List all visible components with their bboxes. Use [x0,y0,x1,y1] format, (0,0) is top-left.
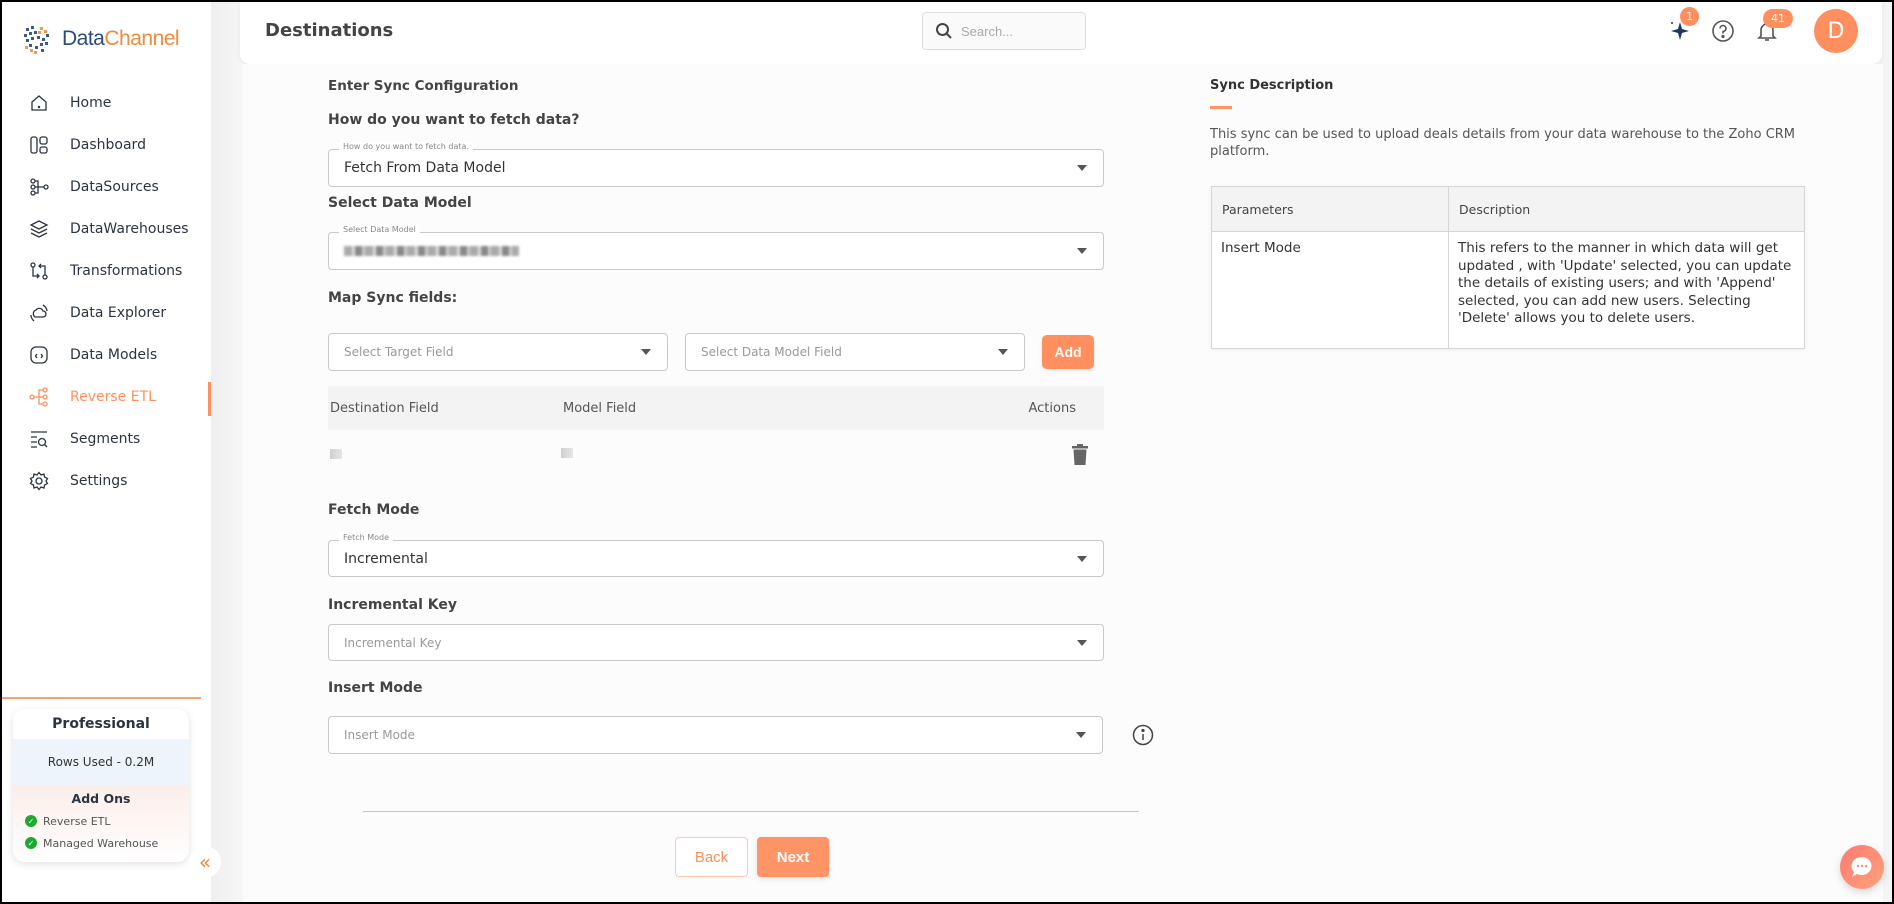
sidebar-item-datawarehouses[interactable]: DataWarehouses [0,208,211,250]
plan-card: Professional Rows Used - 0.2M Add Ons ✓ R… [13,709,189,862]
notifications-button[interactable]: 41 [1753,9,1793,45]
caret-down-icon [1077,248,1087,254]
next-button[interactable]: Next [757,837,829,877]
page-title: Destinations [265,20,394,41]
help-button[interactable] [1709,17,1737,45]
search-box[interactable] [922,12,1086,50]
fetch-mode-label: Fetch Mode [328,502,420,518]
sidebar-item-home[interactable]: Home [0,82,211,124]
sync-description-title: Sync Description [1210,78,1334,93]
insert-mode-info-icon[interactable] [1132,724,1154,746]
column-model-field: Model Field [563,400,637,416]
explorer-icon [28,302,50,324]
model-field-select[interactable]: Select Data Model Field [685,333,1025,371]
collapse-sidebar-button[interactable]: « [189,846,221,878]
code-box-icon [28,344,50,366]
add-mapping-button[interactable]: Add [1042,335,1094,369]
top-header: Destinations 1 41 D [240,0,1882,64]
column-description: Description [1448,186,1805,232]
reverse-etl-icon [28,386,50,408]
caret-down-icon [1077,165,1087,171]
title-accent-bar [1210,106,1232,109]
chat-bubble-icon [1851,856,1872,877]
mapping-table-header: Destination Field Model Field Actions [328,386,1104,430]
logo[interactable]: DataChannel [20,22,180,56]
fetch-data-label: How do you want to fetch data? [328,112,580,128]
addon-item: ✓ Reverse ETL [13,810,189,832]
help-icon [1712,20,1734,42]
addons-title: Add Ons [71,791,131,806]
insert-mode-select[interactable]: Insert Mode [328,716,1103,754]
datasources-icon [28,176,50,198]
layers-icon [28,218,50,240]
sidebar-item-datasources[interactable]: DataSources [0,166,211,208]
redacted-destination-field [330,449,342,459]
sidebar-item-data-models[interactable]: Data Models [0,334,211,376]
redacted-model-field [561,448,573,458]
parameter-name: Insert Mode [1211,231,1449,349]
redacted-value [344,246,519,256]
parameters-table: Parameters Description Insert Mode This … [1211,186,1805,349]
addons-section: Add Ons ✓ Reverse ETL ✓ Managed Warehouse [13,785,189,862]
plan-title: Professional [13,709,189,739]
caret-down-icon [641,349,651,355]
rows-used: Rows Used - 0.2M [13,739,189,785]
sync-description-text: This sync can be used to upload deals de… [1210,127,1796,159]
main-content: Enter Sync Configuration How do you want… [243,64,1883,902]
target-field-select[interactable]: Select Target Field [328,333,668,371]
column-actions: Actions [1028,400,1077,416]
delete-mapping-icon[interactable] [1072,444,1088,465]
home-icon [28,92,50,114]
user-avatar[interactable]: D [1814,9,1858,53]
back-button[interactable]: Back [675,837,748,877]
sidebar-nav: Home Dashboard DataSources DataWarehouse… [0,82,211,502]
sidebar-item-settings[interactable]: Settings [0,460,211,502]
transform-icon [28,260,50,282]
map-sync-label: Map Sync fields: [328,290,458,306]
sidebar-item-reverse-etl[interactable]: Reverse ETL [0,376,211,418]
search-icon [936,23,952,39]
sidebar-item-transformations[interactable]: Transformations [0,250,211,292]
sidebar-item-data-explorer[interactable]: Data Explorer [0,292,211,334]
table-row: Insert Mode This refers to the manner in… [1211,231,1805,349]
sidebar-gutter [211,0,243,904]
incremental-key-select[interactable]: Incremental Key [328,624,1104,661]
incremental-key-label: Incremental Key [328,597,457,613]
sparkle-badge: 1 [1680,7,1699,26]
sidebar-item-segments[interactable]: Segments [0,418,211,460]
check-icon: ✓ [25,837,37,849]
column-parameters: Parameters [1211,186,1449,232]
datachannel-logo-icon [24,26,49,54]
caret-down-icon [998,349,1008,355]
column-destination-field: Destination Field [330,400,439,416]
brand-name: DataChannel [62,27,180,50]
sidebar-divider [2,697,201,699]
caret-down-icon [1077,639,1087,646]
segments-icon [28,428,50,450]
section-title: Enter Sync Configuration [328,78,519,94]
gear-icon [28,470,50,492]
parameter-description: This refers to the manner in which data … [1448,231,1805,349]
insert-mode-label: Insert Mode [328,680,423,696]
notifications-badge: 41 [1763,9,1793,28]
caret-down-icon [1076,732,1086,738]
data-model-select[interactable]: Select Data Model [328,225,1104,270]
chat-support-button[interactable] [1840,845,1884,889]
search-input[interactable] [961,23,1071,39]
fetch-mode-select[interactable]: Fetch Mode Incremental [328,533,1104,577]
sidebar-item-dashboard[interactable]: Dashboard [0,124,211,166]
addon-item: ✓ Managed Warehouse [13,832,189,854]
caret-down-icon [1077,555,1087,562]
ai-sparkle-button[interactable]: 1 [1666,7,1699,45]
chevrons-left-icon: « [198,850,212,874]
dashboard-icon [28,134,50,156]
form-divider [363,811,1139,812]
sidebar: DataChannel Home Dashboard DataSources D… [0,0,211,904]
check-icon: ✓ [25,815,37,827]
data-model-label: Select Data Model [328,195,472,211]
fetch-data-select[interactable]: How do you want to fetch data. Fetch Fro… [328,142,1104,187]
